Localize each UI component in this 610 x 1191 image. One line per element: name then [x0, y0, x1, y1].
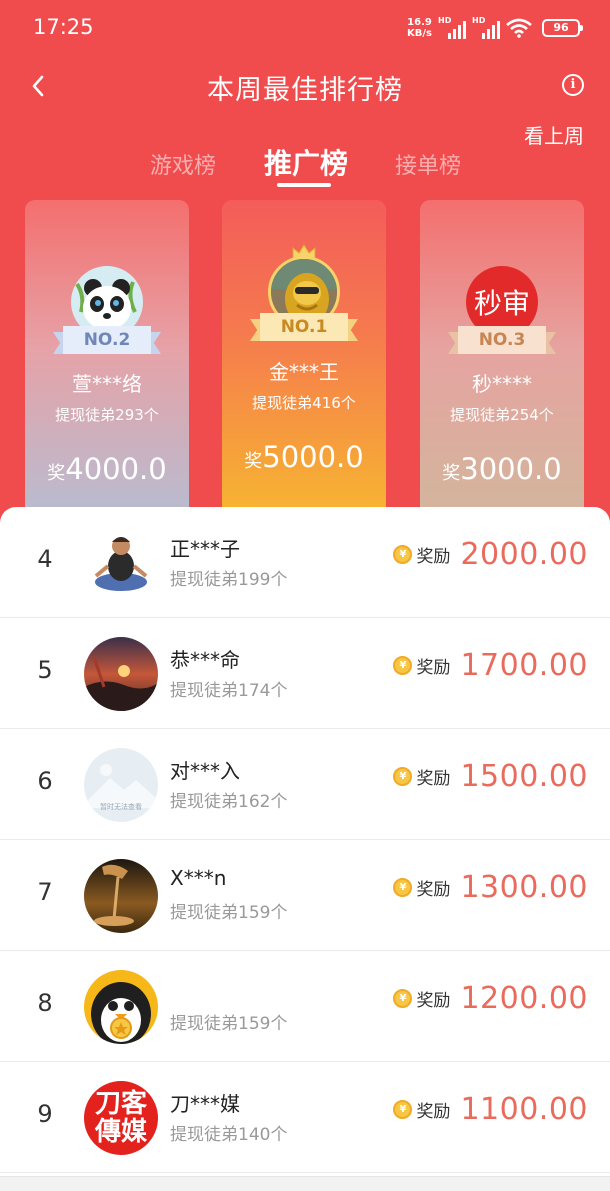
user-name: 刀***媒 [170, 1092, 240, 1116]
coin-icon: ¥ [393, 767, 413, 786]
sand-hand-avatar[interactable] [84, 859, 158, 933]
rank-badge: NO.3 [458, 326, 546, 354]
reward: ¥ 奖励 1100.00 [393, 1092, 588, 1127]
reward-amount: 1700.00 [460, 648, 588, 683]
signal-icon: HD [472, 16, 500, 39]
rank-number: 8 [37, 989, 53, 1017]
placeholder-image-avatar[interactable]: 暂时无法查看 [84, 748, 158, 822]
user-count: 提现徒弟162个 [170, 792, 288, 812]
podium-prize: 奖4000.0 [47, 452, 167, 486]
reward-amount: 2000.00 [460, 537, 588, 572]
podium-second[interactable]: NO.2 萱***络 提现徒弟293个 奖4000.0 [25, 200, 189, 530]
rank-badge: NO.1 [260, 313, 348, 341]
rank-ribbon: NO.2 [53, 326, 161, 354]
rank-number: 7 [37, 878, 53, 906]
wifi-icon [506, 18, 532, 38]
rank-number: 4 [37, 545, 53, 573]
podium-prize: 奖5000.0 [244, 440, 364, 474]
user-name: 正***子 [170, 537, 240, 561]
rank-number: 9 [37, 1100, 53, 1128]
reward-amount: 1100.00 [460, 1092, 588, 1127]
active-tab-indicator [277, 183, 331, 187]
status-time: 17:25 [33, 15, 94, 39]
rank-ribbon: NO.3 [448, 326, 556, 354]
user-name: X***n [170, 866, 227, 890]
coin-icon: ¥ [393, 878, 413, 897]
title-bar: 本周最佳排行榜 i [0, 60, 610, 112]
reward-amount: 1200.00 [460, 981, 588, 1016]
list-item[interactable]: 7 X***n 提现徒弟159个 ¥ 奖励 1300.00 [0, 840, 610, 951]
penguin-avatar[interactable] [84, 970, 158, 1044]
podium-count: 提现徒弟416个 [252, 394, 356, 412]
podium-prize: 奖3000.0 [442, 452, 562, 486]
podium-third[interactable]: 秒审 NO.3 秒**** 提现徒弟254个 奖3000.0 [420, 200, 584, 530]
user-name: 对***入 [170, 759, 240, 783]
user-count: 提现徒弟159个 [170, 1014, 288, 1034]
rank-number: 5 [37, 656, 53, 684]
coin-icon: ¥ [393, 1100, 413, 1119]
info-icon[interactable]: i [562, 74, 584, 96]
list-item[interactable]: 4 正***子 提现徒弟199个 ¥ 奖励 2000.00 [0, 507, 610, 618]
podium-name: 萱***络 [72, 372, 142, 396]
sunset-landscape-avatar[interactable] [84, 637, 158, 711]
rank-number: 6 [37, 767, 53, 795]
user-count: 提现徒弟140个 [170, 1125, 288, 1145]
rank-badge: NO.2 [63, 326, 151, 354]
status-icons: 16.9 KB/s HD HD 96 [407, 15, 583, 41]
meditating-figure-avatar[interactable] [84, 526, 158, 600]
podium-count: 提现徒弟254个 [450, 406, 554, 424]
reward: ¥ 奖励 1200.00 [393, 981, 588, 1016]
podium-name: 秒**** [472, 372, 532, 396]
red-logo-avatar[interactable]: 刀客 傳媒 [84, 1081, 158, 1155]
tab-game[interactable]: 游戏榜 [150, 148, 216, 180]
avatar-caption: 暂时无法查看 [100, 803, 142, 811]
network-speed: 16.9 KB/s [407, 17, 432, 39]
reward: ¥ 奖励 1300.00 [393, 870, 588, 905]
user-count: 提现徒弟174个 [170, 681, 288, 701]
reward-amount: 1500.00 [460, 759, 588, 794]
list-item[interactable]: 6 暂时无法查看 对***入 提现徒弟162个 ¥ 奖励 1500.00 [0, 729, 610, 840]
list-item[interactable]: 9 刀客 傳媒 刀***媒 提现徒弟140个 ¥ 奖励 1100.00 [0, 1062, 610, 1173]
reward-amount: 1300.00 [460, 870, 588, 905]
page-title: 本周最佳排行榜 [207, 75, 403, 106]
coin-icon: ¥ [393, 545, 413, 564]
coin-icon: ¥ [393, 656, 413, 675]
podium-count: 提现徒弟293个 [55, 406, 159, 424]
signal-icon: HD [438, 16, 466, 39]
podium-name: 金***王 [269, 360, 339, 384]
bottom-sheet-edge [0, 1176, 610, 1191]
rank-ribbon: NO.1 [250, 313, 358, 341]
battery-icon: 96 [542, 19, 583, 37]
list-item[interactable]: 5 恭***命 提现徒弟174个 ¥ 奖励 1700.00 [0, 618, 610, 729]
status-bar: 17:25 16.9 KB/s HD HD 96 [0, 0, 610, 58]
podium-first[interactable]: NO.1 金***王 提现徒弟416个 奖5000.0 [222, 200, 386, 530]
leaderboard-tabs: 游戏榜 推广榜 接单榜 [0, 140, 610, 200]
reward: ¥ 奖励 1700.00 [393, 648, 588, 683]
user-name: 恭***命 [170, 648, 240, 672]
user-count: 提现徒弟159个 [170, 903, 288, 923]
list-item[interactable]: 8 提现徒弟159个 ¥ 奖励 1200.00 [0, 951, 610, 1062]
reward: ¥ 奖励 1500.00 [393, 759, 588, 794]
user-count: 提现徒弟199个 [170, 570, 288, 590]
coin-icon: ¥ [393, 989, 413, 1008]
ranking-list: 4 正***子 提现徒弟199个 ¥ 奖励 2000.00 5 恭***命 提现… [0, 507, 610, 1191]
tab-promotion[interactable]: 推广榜 [264, 142, 348, 182]
reward: ¥ 奖励 2000.00 [393, 537, 588, 572]
tab-orders[interactable]: 接单榜 [395, 148, 461, 180]
